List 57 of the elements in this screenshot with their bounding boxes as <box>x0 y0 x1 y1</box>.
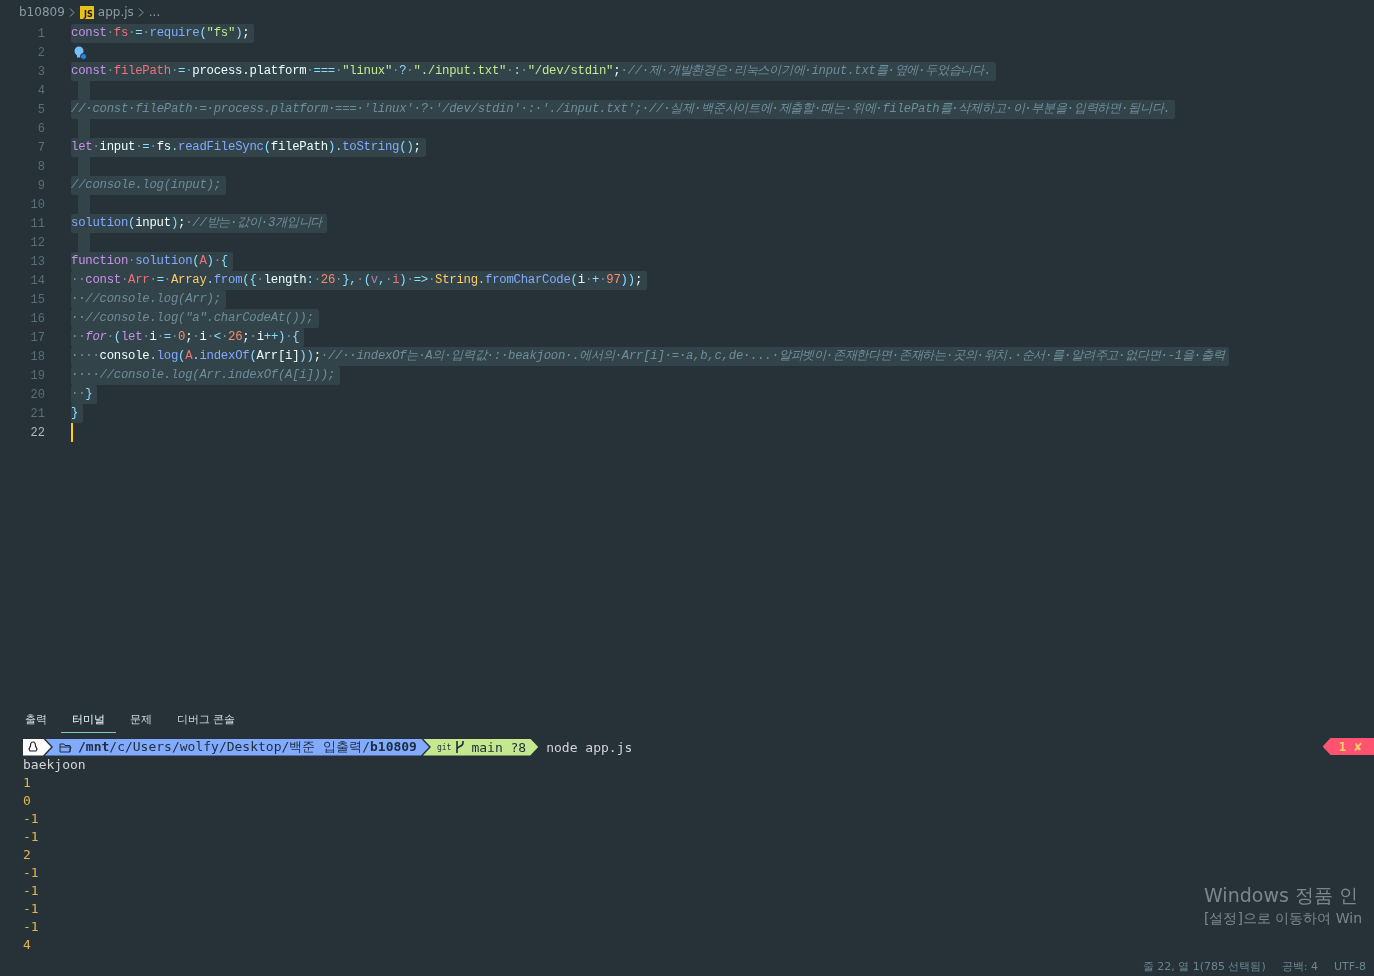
git-label: git <box>436 742 452 752</box>
indentation[interactable]: 공백: 4 <box>1281 958 1318 974</box>
line-number: 9 <box>36 178 45 193</box>
panel-tab[interactable]: 문제 <box>119 704 163 733</box>
line-number: 7 <box>36 140 45 155</box>
terminal-command: node app.js <box>546 739 633 755</box>
line-number: 21 <box>29 406 45 421</box>
output-line: 4 <box>23 936 31 954</box>
line-number: 1 <box>36 26 45 41</box>
line-number: 12 <box>29 235 45 250</box>
line-number: 19 <box>29 368 45 383</box>
line-number: 20 <box>29 387 45 402</box>
line-number: 2 <box>36 45 45 60</box>
path-text: /mnt/c/Users/wolfy/Desktop/백준 입출력/b10809 <box>78 738 417 756</box>
error-status: 1 ✘ <box>1322 738 1374 755</box>
line-number: 10 <box>29 197 45 212</box>
activation-message: [설정]으로 이동하여 Win <box>1204 909 1363 928</box>
line-number: 4 <box>36 83 45 98</box>
text-cursor <box>71 423 73 442</box>
line-number: 6 <box>36 121 45 136</box>
chevron-icon <box>137 7 145 17</box>
output-line: -1 <box>23 882 39 900</box>
lightbulb-icon[interactable] <box>73 45 87 60</box>
output-line: 1 <box>23 774 31 792</box>
output-line: baekjoon <box>23 756 86 774</box>
breadcrumb-folder[interactable]: b10809 <box>19 5 65 19</box>
branch-icon <box>455 740 466 754</box>
line-number: 5 <box>36 102 45 117</box>
output-line: 2 <box>23 846 31 864</box>
output-line: -1 <box>23 810 39 828</box>
breadcrumb-file[interactable]: app.js <box>97 5 134 19</box>
output-line: 0 <box>23 792 31 810</box>
output-line: -1 <box>23 900 39 918</box>
breadcrumb-more[interactable]: ... <box>148 5 161 19</box>
line-number: 14 <box>29 273 45 288</box>
line-number: 13 <box>29 254 45 269</box>
activation-title: Windows 정품 인 <box>1204 883 1359 908</box>
output-line: -1 <box>23 828 39 846</box>
folder-icon <box>59 741 72 753</box>
encoding[interactable]: UTF-8 <box>1333 959 1366 973</box>
line-number: 18 <box>29 349 45 364</box>
js-file-icon: JS <box>79 5 94 19</box>
panel-tab[interactable]: 출력 <box>14 704 58 733</box>
panel-tab[interactable]: 터미널 <box>61 704 116 733</box>
line-number: 11 <box>29 216 45 231</box>
output-line: -1 <box>23 864 39 882</box>
branch-status: main ?8 <box>471 739 527 755</box>
line-number: 8 <box>36 159 45 174</box>
output-line: -1 <box>23 918 39 936</box>
panel-tab[interactable]: 디버그 콘솔 <box>166 704 247 733</box>
line-number: 16 <box>29 311 45 326</box>
line-number: 22 <box>29 425 45 440</box>
line-number: 17 <box>29 330 45 345</box>
chevron-icon <box>68 7 76 17</box>
cursor-position[interactable]: 줄 22, 열 1(785 선택됨) <box>1142 958 1266 974</box>
line-number: 3 <box>36 64 45 79</box>
line-number: 15 <box>29 292 45 307</box>
